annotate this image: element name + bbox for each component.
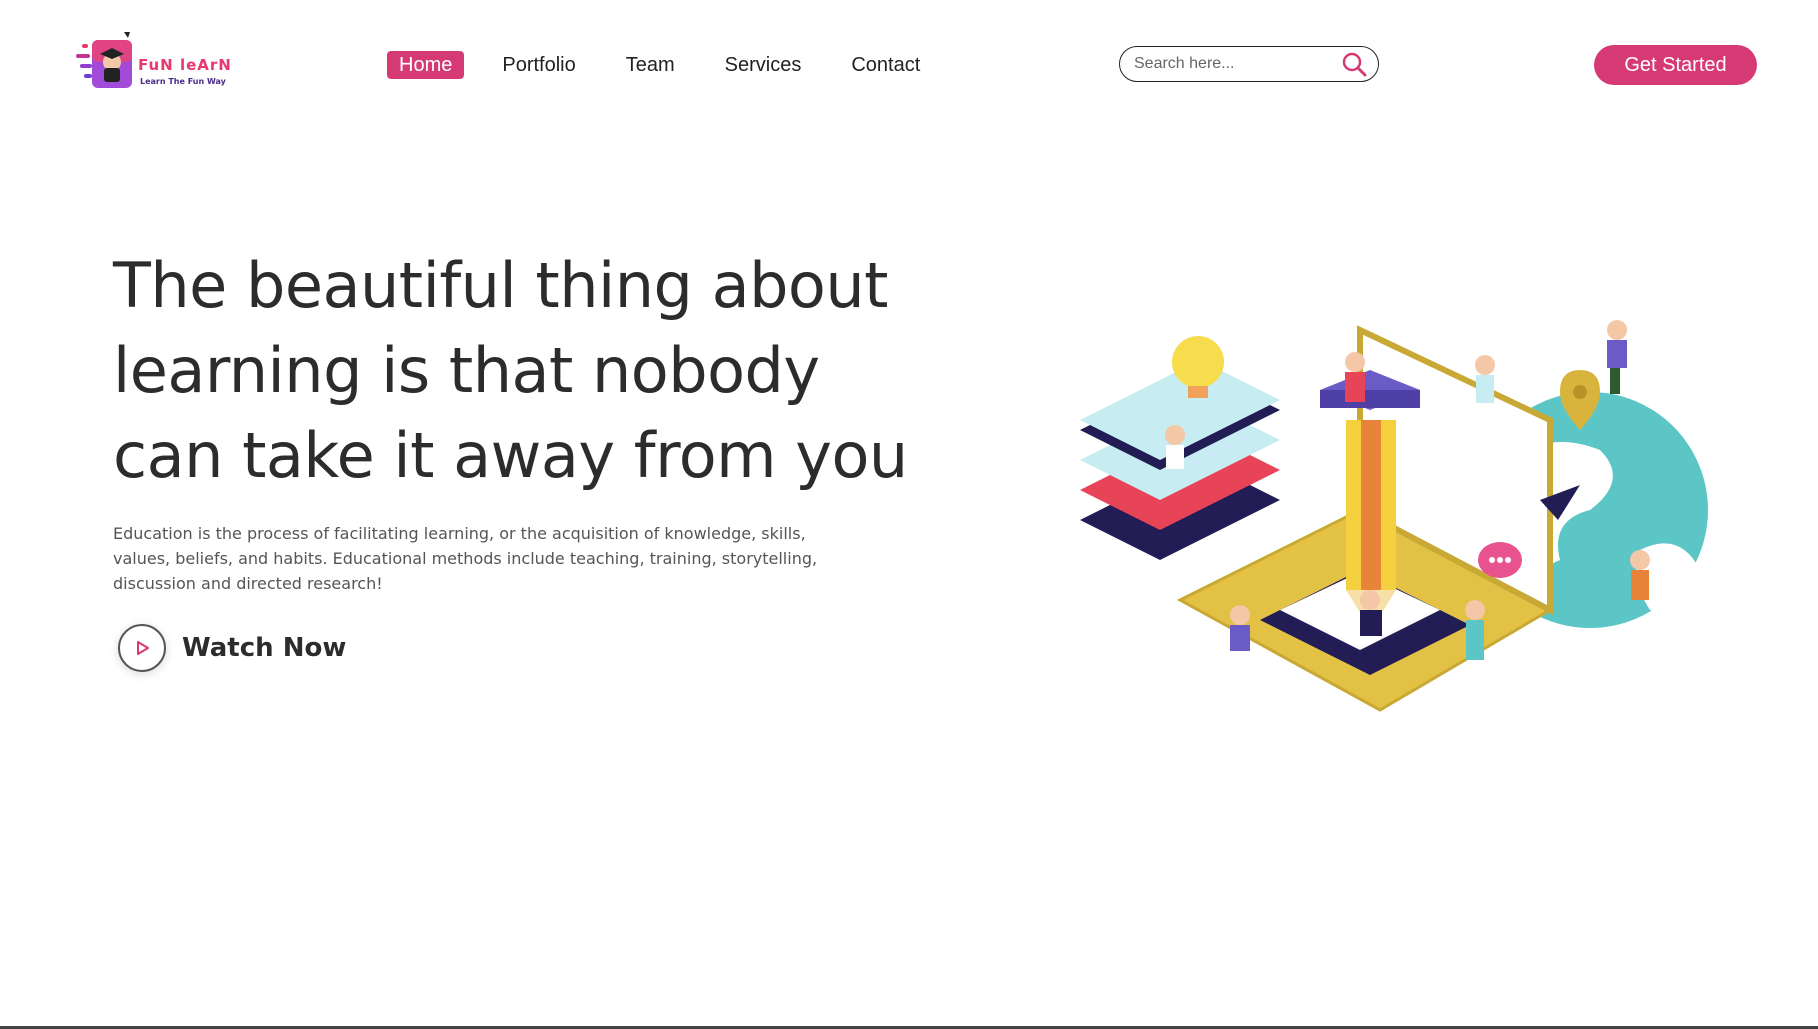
logo-graduate-icon: [76, 32, 132, 88]
brand-logo[interactable]: FuN leArN Learn The Fun Way: [74, 28, 234, 92]
brand-tagline: Learn The Fun Way: [140, 77, 226, 86]
brand-name: FuN leArN: [138, 56, 232, 74]
watch-now-button[interactable]: Watch Now: [118, 624, 346, 672]
watch-now-label: Watch Now: [182, 633, 347, 663]
play-icon[interactable]: [118, 624, 166, 672]
nav-item-home[interactable]: Home: [387, 51, 465, 79]
nav-item-contact[interactable]: Contact: [839, 51, 932, 79]
hero-description: Education is the process of facilitating…: [113, 524, 818, 593]
main-nav: Home Portfolio Team Services Contact: [387, 51, 958, 79]
nav-item-portfolio[interactable]: Portfolio: [490, 51, 587, 79]
nav-item-services[interactable]: Services: [713, 51, 814, 79]
lightbulb-icon: [1172, 336, 1224, 388]
nav-item-team[interactable]: Team: [614, 51, 687, 79]
hero-title: The beautiful thing about learning is th…: [113, 249, 908, 492]
education-illustration: [1080, 320, 1708, 712]
search-input[interactable]: [1132, 54, 1336, 74]
search-box: [1119, 46, 1379, 82]
search-icon[interactable]: [1340, 50, 1368, 78]
get-started-button[interactable]: Get Started: [1594, 45, 1757, 85]
